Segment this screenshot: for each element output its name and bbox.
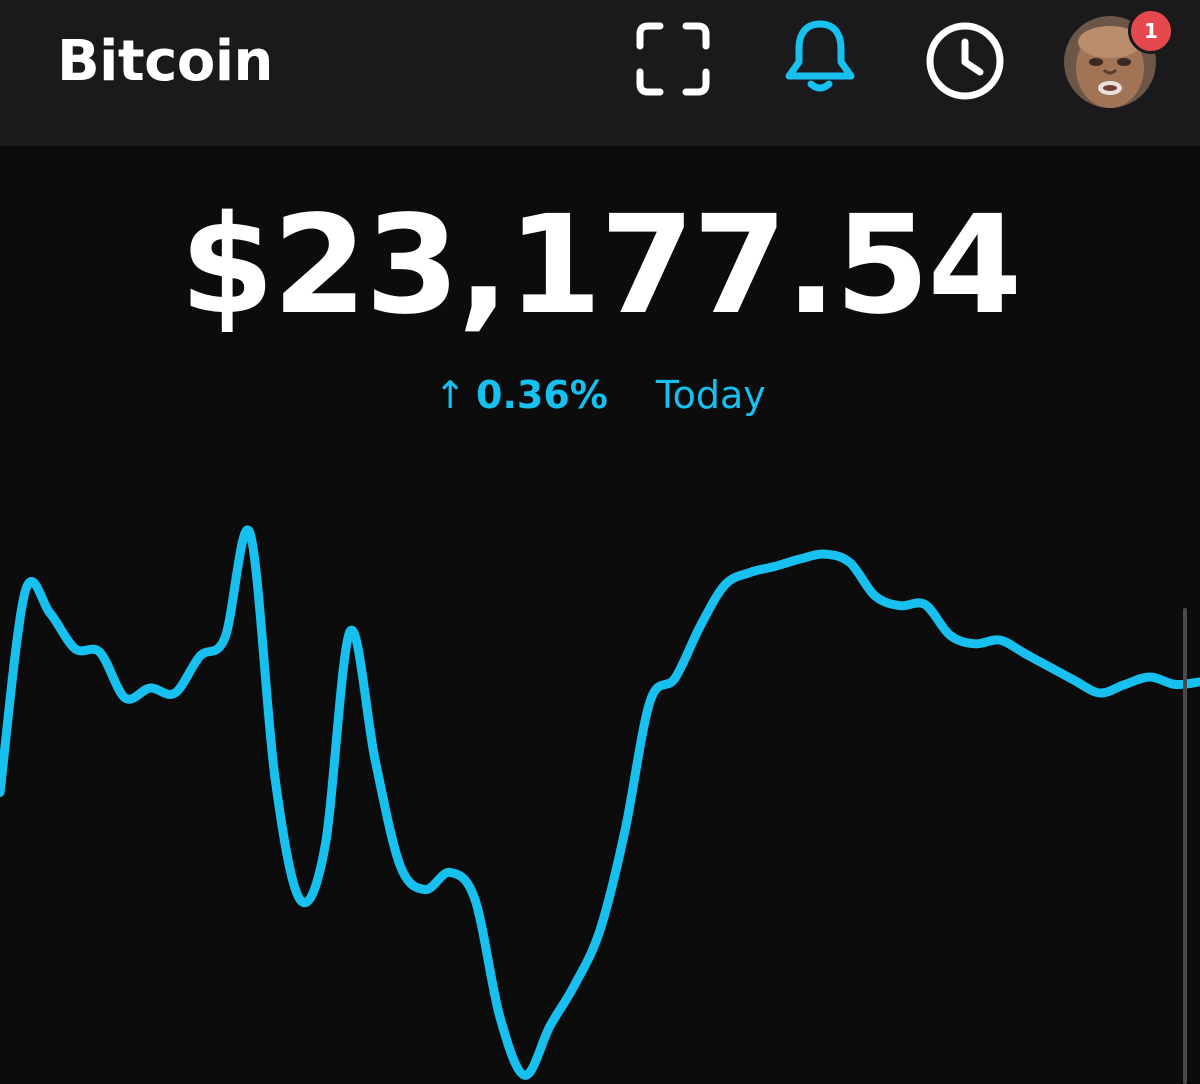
notifications-button[interactable] [783, 18, 857, 96]
price-line[interactable] [0, 525, 1200, 1080]
price-change-row[interactable]: ↑ 0.36% Today [0, 366, 1200, 421]
scan-button[interactable] [636, 22, 710, 96]
price-chart[interactable] [0, 0, 1200, 1084]
notification-badge: 1 [1128, 8, 1174, 54]
bell-icon [785, 20, 855, 92]
clock-icon [926, 22, 1004, 100]
change-percent: 0.36% [476, 372, 608, 417]
activity-button[interactable] [924, 20, 1006, 102]
bitcoin-price: $23,177.54 [179, 187, 1022, 345]
page-title: Bitcoin [57, 29, 273, 94]
scan-icon [636, 22, 710, 96]
chart-scrub-bar[interactable] [1183, 608, 1187, 1084]
top-bar: Bitcoin 1 [0, 0, 1200, 146]
up-arrow-icon: ↑ [434, 372, 467, 417]
time-period-selector[interactable]: Today [656, 369, 766, 421]
